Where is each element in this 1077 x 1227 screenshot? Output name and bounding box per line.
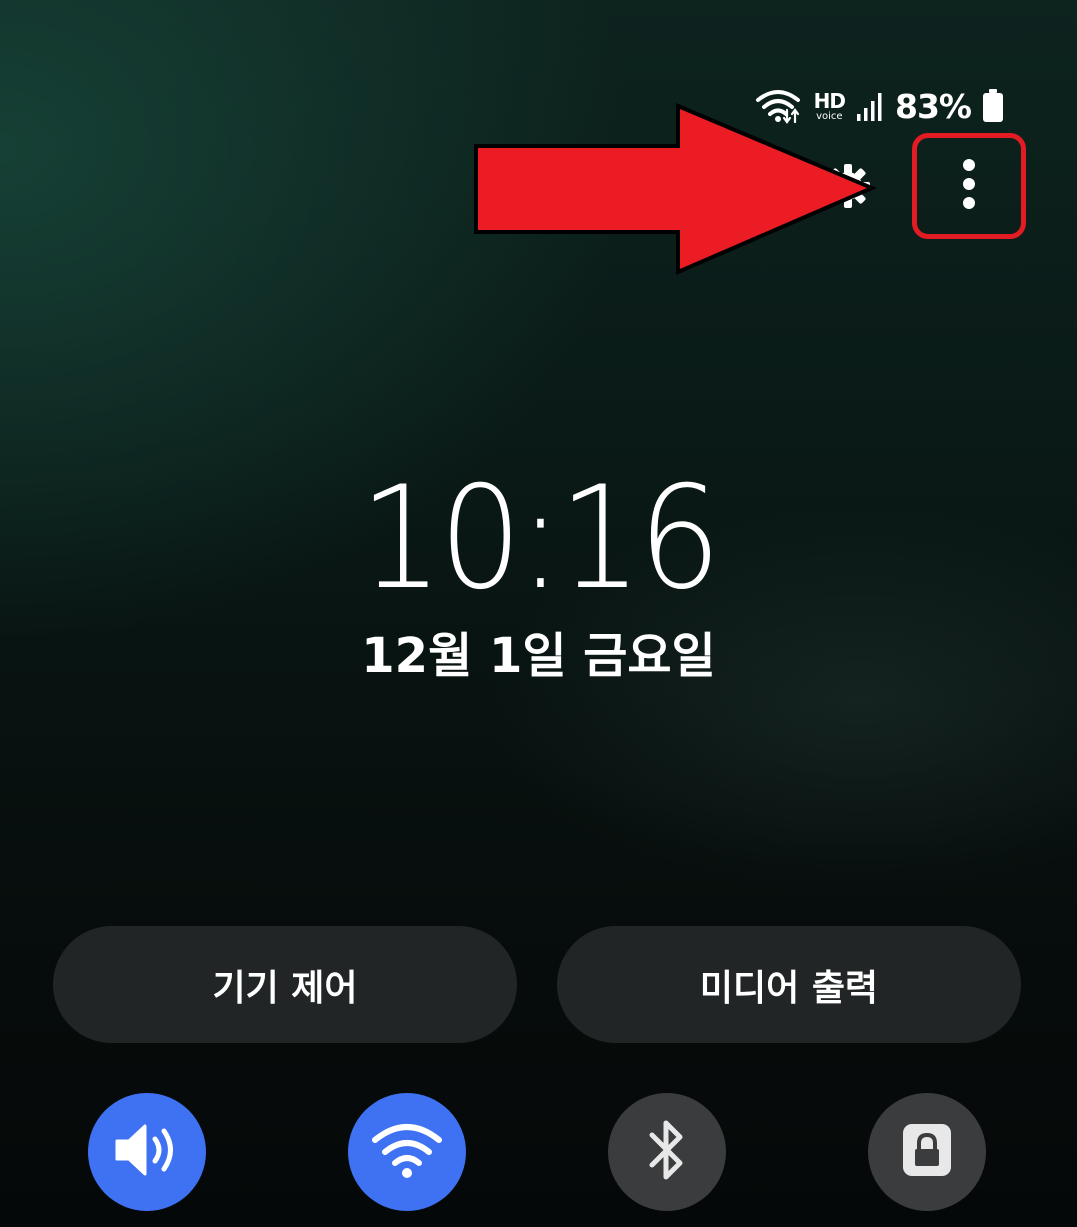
bluetooth-toggle[interactable] [608, 1093, 726, 1211]
gear-icon [820, 158, 876, 218]
device-control-button[interactable]: 기기 제어 [53, 926, 517, 1043]
media-output-button[interactable]: 미디어 출력 [557, 926, 1021, 1043]
lock-icon [899, 1120, 955, 1184]
media-output-label: 미디어 출력 [699, 967, 879, 1009]
device-control-label: 기기 제어 [212, 967, 358, 1009]
clock-time: 10:16 [359, 456, 721, 621]
sound-toggle[interactable] [88, 1093, 206, 1211]
lockscreen-date: 12월 1일 금요일 [361, 628, 716, 684]
more-vertical-icon [959, 158, 979, 214]
wifi-icon [369, 1120, 445, 1184]
bluetooth-icon [642, 1115, 692, 1189]
screen-lock-toggle[interactable] [868, 1093, 986, 1211]
wifi-toggle[interactable] [348, 1093, 466, 1211]
speaker-volume-icon [111, 1120, 183, 1184]
top-controls [0, 0, 1077, 300]
lockscreen-clock: 10:16 [0, 468, 1077, 610]
more-options-button[interactable] [912, 133, 1026, 239]
settings-button[interactable] [816, 160, 880, 216]
